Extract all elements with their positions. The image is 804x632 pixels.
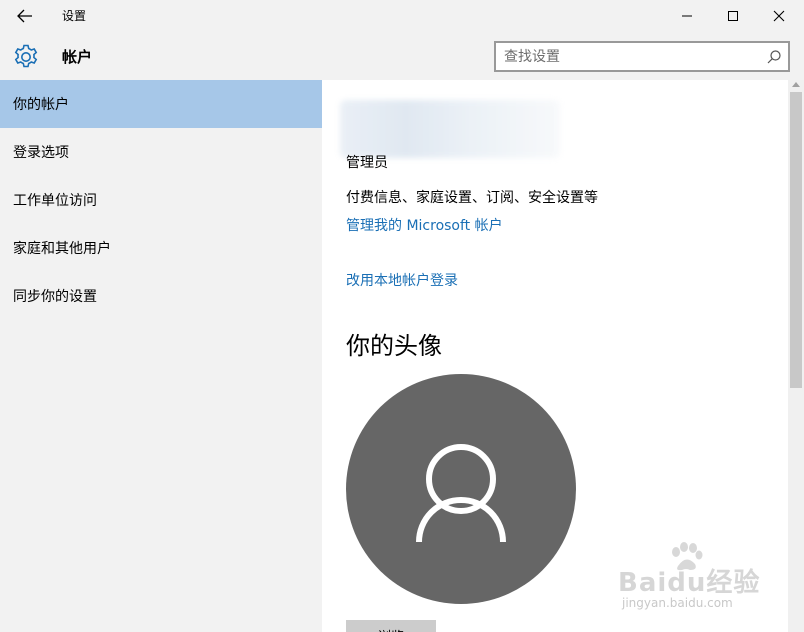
search-icon[interactable] [766,49,782,65]
sidebar-item-sync-settings[interactable]: 同步你的设置 [0,272,322,320]
minimize-button[interactable] [664,0,710,32]
window-title: 设置 [62,9,87,23]
account-role: 管理员 [346,155,388,171]
maximize-icon [728,11,738,21]
scroll-up-icon[interactable] [792,82,800,87]
browse-button[interactable]: 浏览 [346,620,436,632]
back-button[interactable] [10,3,40,29]
page-title: 帐户 [62,48,93,66]
sidebar-item-label: 同步你的设置 [13,289,97,305]
sidebar-item-label: 家庭和其他用户 [13,241,111,257]
baidu-watermark: Baidu经验 jingyan.baidu.com [612,540,772,618]
search-box[interactable] [494,41,790,72]
maximize-button[interactable] [710,0,756,32]
arrow-left-icon [17,9,32,23]
close-icon [773,10,785,22]
user-icon [416,444,506,543]
switch-to-local-account-link[interactable]: 改用本地帐户登录 [346,270,458,290]
sidebar-item-your-account[interactable]: 你的帐户 [0,80,322,128]
sidebar-item-work-access[interactable]: 工作单位访问 [0,176,322,224]
title-bar: 设置 [0,0,804,32]
sidebar-item-sign-in-options[interactable]: 登录选项 [0,128,322,176]
scroll-thumb[interactable] [790,92,802,388]
avatar [346,374,576,604]
close-button[interactable] [756,0,802,32]
search-input[interactable] [504,46,754,67]
manage-microsoft-account-link[interactable]: 管理我的 Microsoft 帐户 [346,215,503,235]
sidebar-item-family-other-users[interactable]: 家庭和其他用户 [0,224,322,272]
watermark-brand: Baidu经验 [618,568,761,598]
avatar-section-heading: 你的头像 [346,332,442,360]
blurred-account-name [340,100,560,158]
watermark-url: jingyan.baidu.com [622,596,733,610]
page-header: 帐户 [0,32,804,80]
vertical-scrollbar[interactable] [788,80,804,632]
sidebar-item-label: 工作单位访问 [13,193,97,209]
minimize-icon [682,15,692,17]
sidebar-item-label: 登录选项 [13,145,69,161]
account-info-text: 付费信息、家庭设置、订阅、安全设置等 [346,190,598,206]
gear-icon [14,44,38,68]
sidebar-item-label: 你的帐户 [13,97,69,113]
sidebar: 你的帐户 登录选项 工作单位访问 家庭和其他用户 同步你的设置 [0,80,322,632]
